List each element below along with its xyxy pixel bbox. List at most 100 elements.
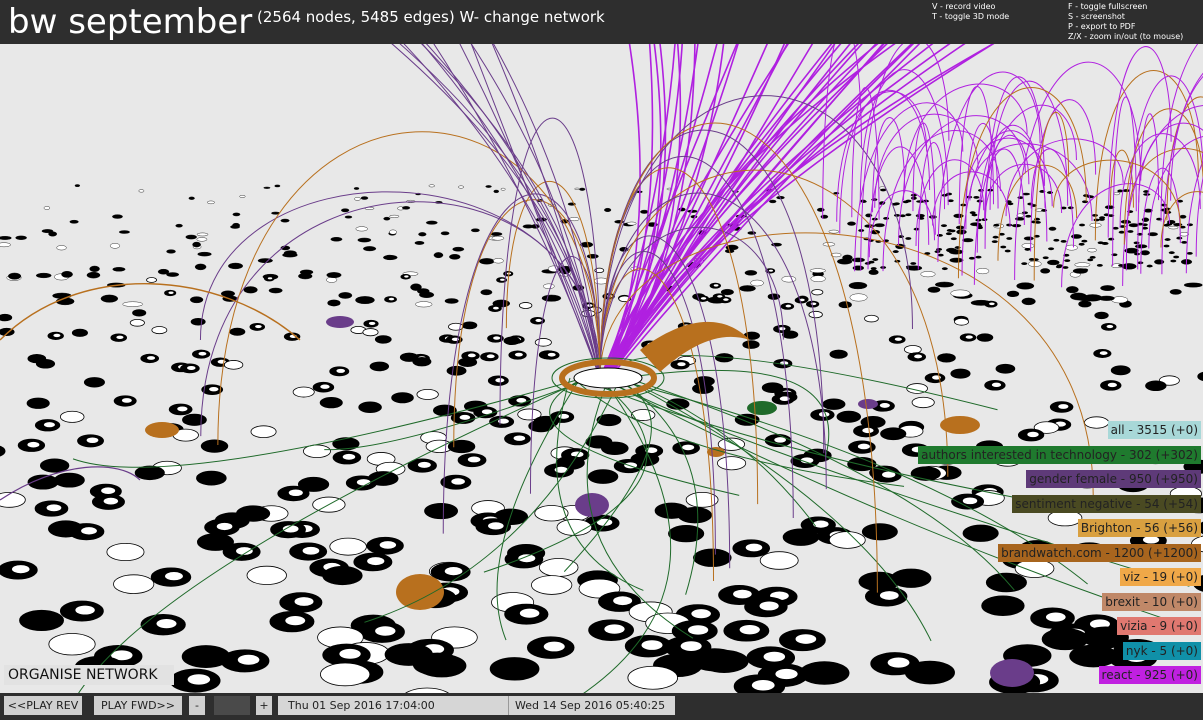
node xyxy=(432,404,457,417)
node-highlight xyxy=(342,453,356,460)
node xyxy=(257,258,273,264)
node xyxy=(428,184,435,188)
node xyxy=(358,401,382,414)
node xyxy=(976,268,990,275)
node-highlight xyxy=(81,527,97,535)
node xyxy=(956,229,967,235)
edge xyxy=(1122,105,1203,287)
node-highlight xyxy=(558,413,570,419)
node xyxy=(1168,225,1179,230)
network-3d-view[interactable] xyxy=(0,0,1203,720)
legend-item[interactable]: brexit - 10 (+0) xyxy=(1102,592,1201,611)
zoom-out-button[interactable]: - xyxy=(189,696,205,715)
node xyxy=(355,296,375,304)
node xyxy=(995,363,1016,374)
node xyxy=(1118,230,1125,234)
node-highlight xyxy=(356,479,371,486)
node xyxy=(1084,416,1110,429)
play-forward-button[interactable]: PLAY FWD>> xyxy=(94,696,182,715)
node xyxy=(175,223,183,228)
node xyxy=(444,298,459,304)
edge xyxy=(605,14,889,379)
node xyxy=(200,439,229,453)
node xyxy=(1110,365,1131,376)
node xyxy=(717,456,747,471)
node xyxy=(910,196,917,200)
node xyxy=(433,252,444,259)
node xyxy=(1096,263,1103,267)
node xyxy=(440,231,450,236)
node xyxy=(132,309,147,317)
node-highlight xyxy=(680,641,702,651)
node-highlight xyxy=(962,497,978,505)
edge xyxy=(958,86,994,225)
node xyxy=(1066,286,1079,294)
node xyxy=(15,235,27,240)
start-date[interactable]: Thu 01 Sep 2016 17:04:00 xyxy=(278,696,518,715)
legend-item[interactable]: nyk - 5 (+0) xyxy=(1122,641,1201,660)
node xyxy=(1094,311,1109,320)
node xyxy=(134,465,165,481)
node xyxy=(344,215,353,219)
node-highlight xyxy=(857,443,870,450)
node xyxy=(229,327,246,336)
legend-item[interactable]: authors interested in technology - 302 (… xyxy=(918,445,1201,464)
node xyxy=(937,353,956,363)
node xyxy=(1016,282,1035,290)
node-highlight xyxy=(500,278,505,281)
node xyxy=(362,328,379,337)
node xyxy=(109,243,120,249)
node xyxy=(973,195,980,199)
node xyxy=(1053,238,1060,242)
node xyxy=(858,399,878,409)
node xyxy=(35,359,56,369)
top-bar: bw september (2564 nodes, 5485 edges) W-… xyxy=(0,0,1203,44)
node xyxy=(1000,245,1007,249)
end-date[interactable]: Wed 14 Sep 2016 05:40:25 xyxy=(508,696,675,715)
node xyxy=(0,236,12,240)
legend-item[interactable]: sentiment negative - 54 (+54) xyxy=(1012,494,1201,513)
node xyxy=(1093,218,1100,222)
hub-node xyxy=(573,367,643,389)
node xyxy=(993,223,1000,227)
node xyxy=(416,388,439,400)
node xyxy=(1122,189,1131,193)
node-highlight xyxy=(965,335,973,339)
zoom-in-button[interactable]: + xyxy=(256,696,272,715)
legend-item[interactable]: vizia - 9 (+0) xyxy=(1117,617,1201,635)
shortcut-export-pdf: P - export to PDF xyxy=(1068,22,1136,31)
node xyxy=(415,301,433,308)
node xyxy=(355,226,368,232)
node-highlight xyxy=(1027,431,1039,438)
timeline-scrubber[interactable] xyxy=(214,696,250,715)
node xyxy=(828,229,839,234)
legend-item[interactable]: all - 3515 (+0) xyxy=(1107,421,1201,439)
node xyxy=(383,255,398,261)
node xyxy=(389,229,397,235)
node xyxy=(412,356,432,367)
play-reverse-button[interactable]: <<PLAY REV xyxy=(4,696,82,715)
node-highlight xyxy=(1142,536,1160,544)
node xyxy=(910,466,941,481)
node xyxy=(838,301,852,309)
node xyxy=(950,289,971,298)
node xyxy=(847,221,856,226)
node xyxy=(268,287,283,294)
legend-item[interactable]: brandwatch.com - 1200 (+1200) xyxy=(998,543,1201,562)
node xyxy=(353,187,360,190)
legend-item[interactable]: gender female - 950 (+950) xyxy=(1026,470,1201,488)
node xyxy=(71,328,88,337)
legend-item[interactable]: Brighton - 56 (+56) xyxy=(1077,519,1201,537)
node xyxy=(904,660,955,685)
node xyxy=(677,506,712,524)
organise-network-button[interactable]: ORGANISE NETWORK xyxy=(4,665,174,685)
node xyxy=(112,267,126,272)
legend-item[interactable]: react - 925 (+0) xyxy=(1098,666,1201,684)
node xyxy=(100,294,119,303)
legend-item[interactable]: viz - 19 (+0) xyxy=(1120,568,1201,586)
node xyxy=(1121,263,1137,270)
node xyxy=(968,256,975,260)
node xyxy=(493,258,504,264)
node xyxy=(489,657,540,681)
node-highlight xyxy=(11,565,30,574)
